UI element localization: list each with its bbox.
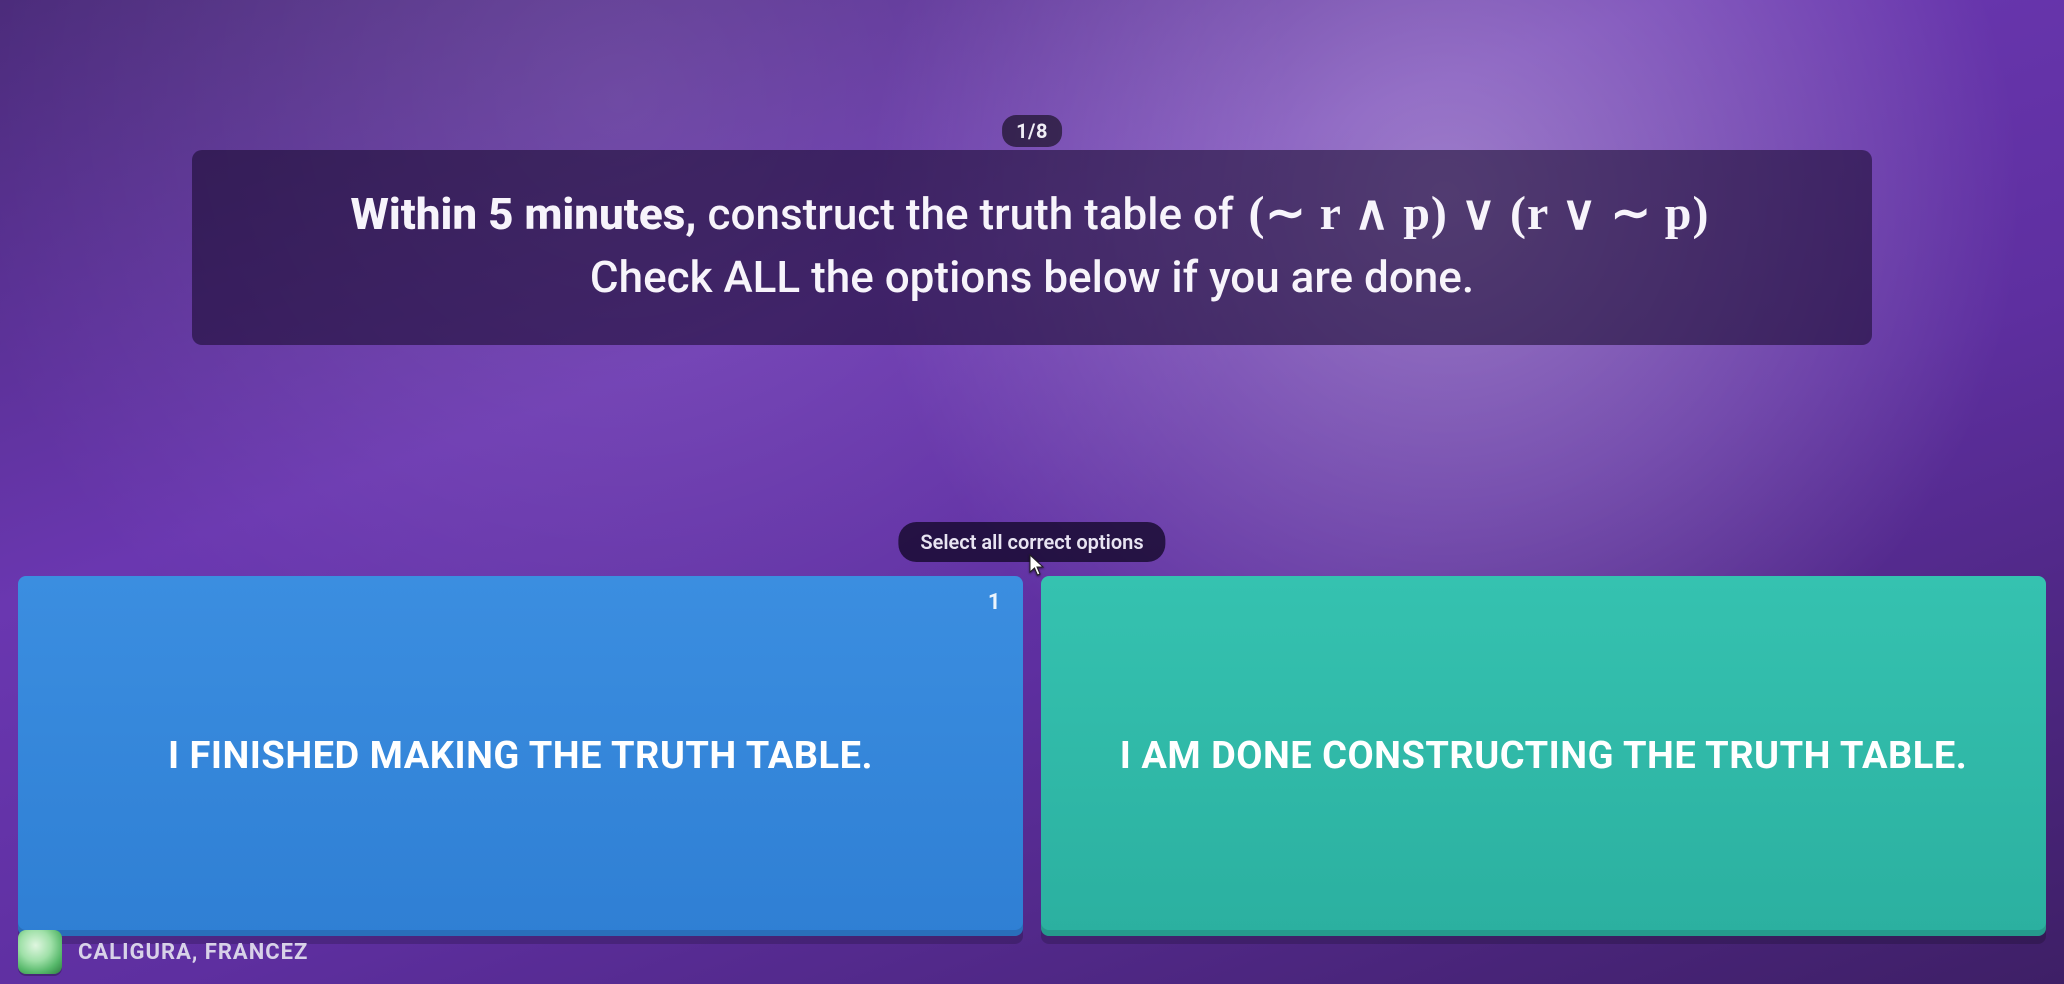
answer-option-2[interactable]: 2 I AM DONE CONSTRUCTING THE TRUTH TABLE…	[1041, 576, 2046, 936]
answer-options: 1 I FINISHED MAKING THE TRUTH TABLE. 2 I…	[18, 576, 2046, 936]
question-panel: Within 5 minutes, construct the truth ta…	[192, 150, 1872, 345]
answer-option-1[interactable]: 1 I FINISHED MAKING THE TRUTH TABLE.	[18, 576, 1023, 936]
question-prefix-rest: construct the truth table of	[697, 188, 1245, 240]
question-counter-badge: 1/8	[1002, 115, 1062, 147]
question-prefix-bold: Within 5 minutes,	[351, 188, 697, 240]
question-line-1: Within 5 minutes, construct the truth ta…	[232, 180, 1832, 247]
answer-option-2-label: I AM DONE CONSTRUCTING THE TRUTH TABLE.	[1120, 734, 1967, 778]
question-formula: (∼ r ∧ p) ∨ (r ∨ ∼ p)	[1244, 187, 1713, 240]
quiz-stage: 1/8 Within 5 minutes, construct the trut…	[0, 0, 2064, 984]
select-all-hint: Select all correct options	[898, 522, 1165, 562]
answer-option-1-label: I FINISHED MAKING THE TRUTH TABLE.	[168, 734, 873, 778]
player-footer: CALIGURA, FRANCEZ	[18, 926, 2046, 978]
player-name: CALIGURA, FRANCEZ	[78, 940, 308, 965]
question-line-2: Check ALL the options below if you are d…	[232, 247, 1832, 309]
answer-option-1-key: 1	[988, 590, 1001, 615]
player-avatar[interactable]	[18, 930, 62, 974]
